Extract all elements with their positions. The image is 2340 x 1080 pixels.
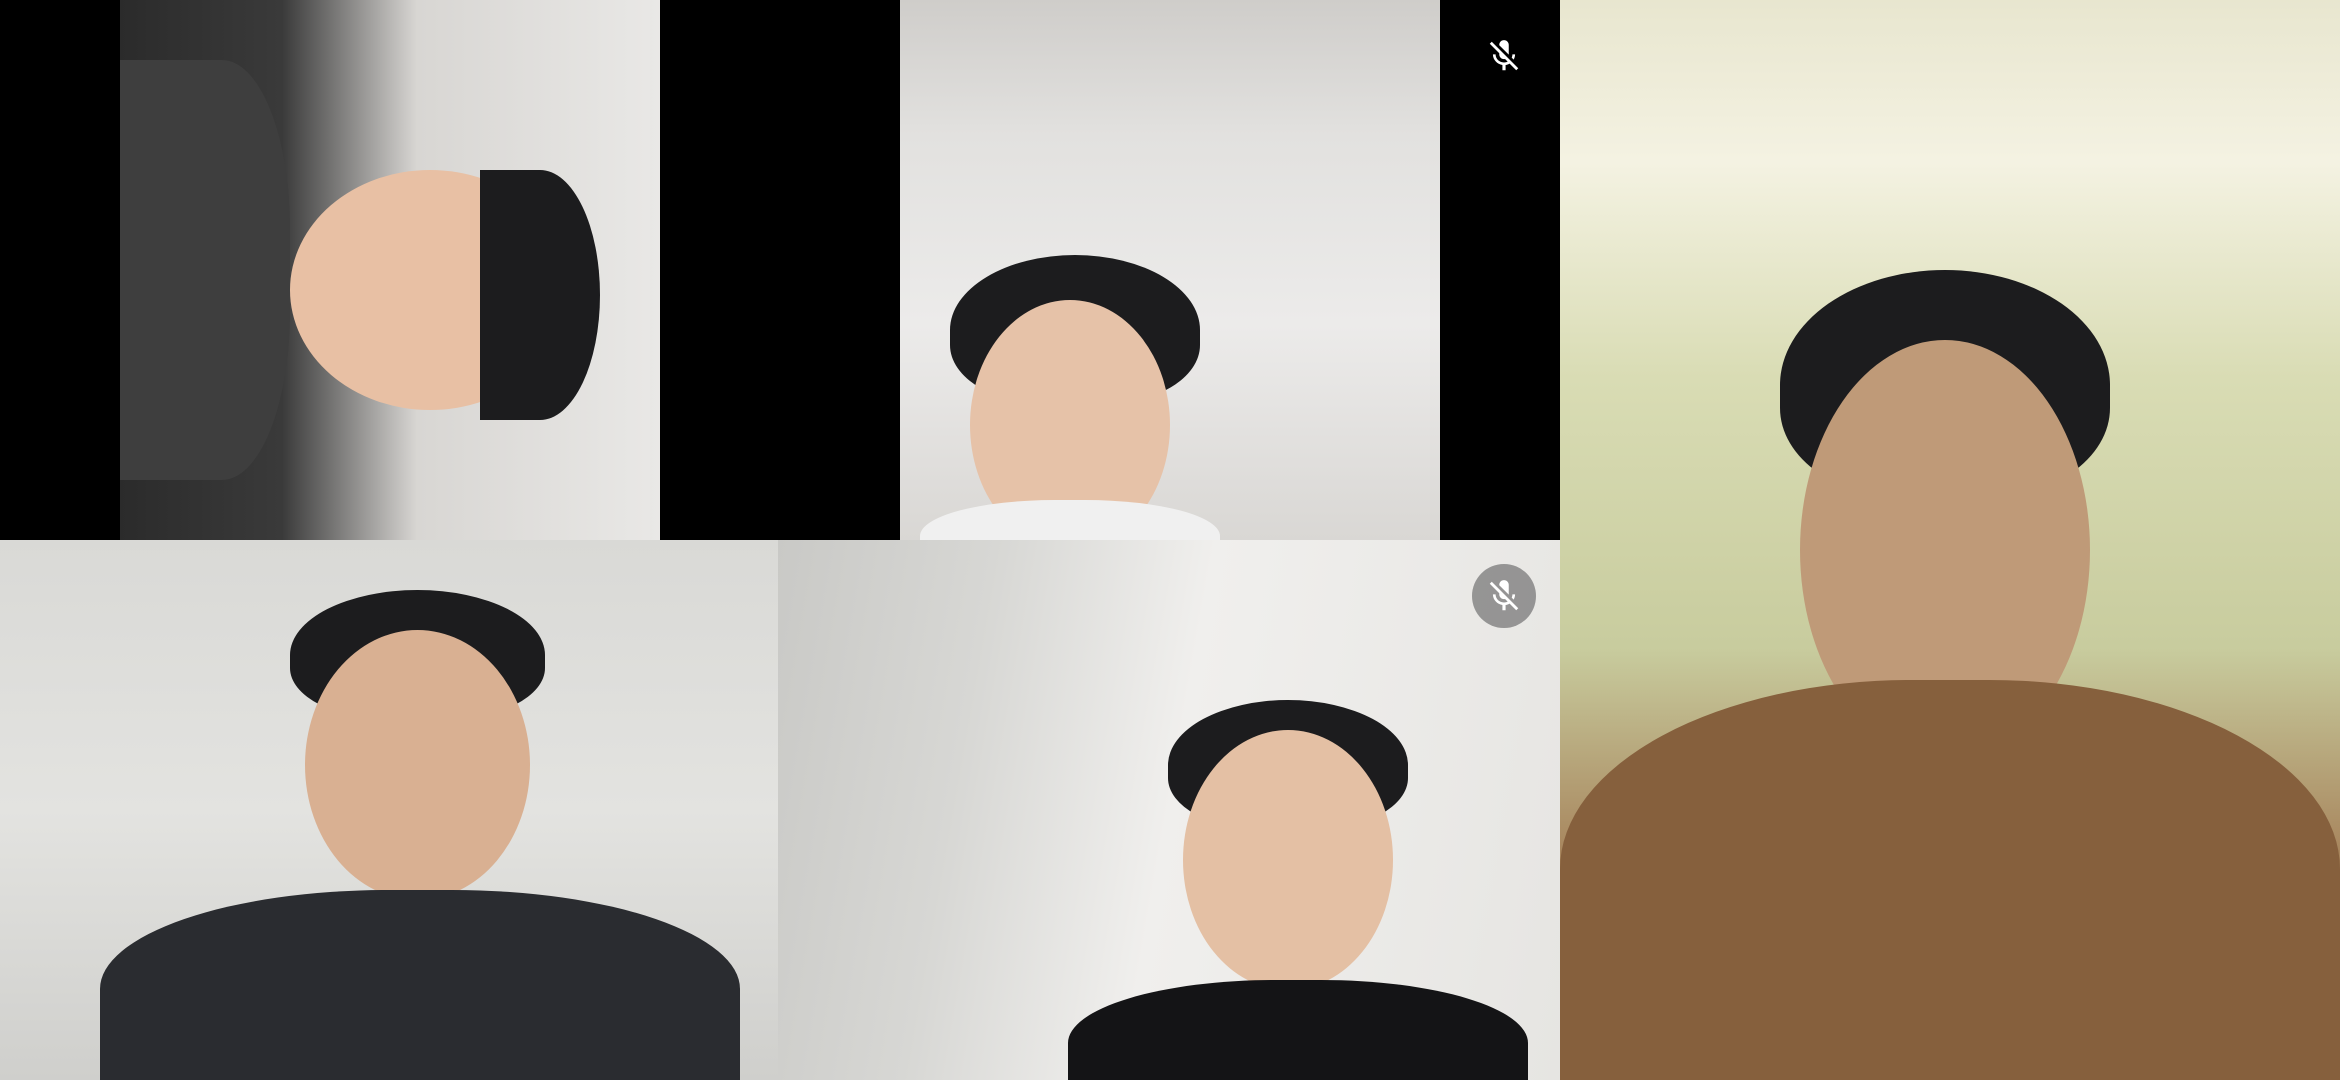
participant-tile-1[interactable]: [0, 0, 660, 540]
video-call-grid: [0, 0, 2340, 1080]
participant-tile-3[interactable]: [0, 540, 778, 1080]
participant-video-5: [1560, 0, 2340, 1080]
participant-figure: [120, 0, 660, 540]
participant-tile-4[interactable]: [778, 540, 1560, 1080]
mic-muted-indicator: [1472, 564, 1536, 628]
mic-off-icon: [1489, 580, 1519, 611]
participant-figure: [1560, 0, 2340, 1080]
participant-figure: [900, 0, 1440, 540]
mic-muted-indicator: [1472, 24, 1536, 88]
participant-video-3: [0, 540, 778, 1080]
mic-off-icon: [1489, 40, 1519, 71]
participant-figure: [778, 540, 1560, 1080]
participant-video-1: [120, 0, 660, 540]
participant-video-4: [778, 540, 1560, 1080]
participant-video-2: [900, 0, 1440, 540]
participant-tile-2[interactable]: [660, 0, 1560, 540]
participant-tile-5[interactable]: [1560, 0, 2340, 1080]
participant-figure: [0, 540, 778, 1080]
